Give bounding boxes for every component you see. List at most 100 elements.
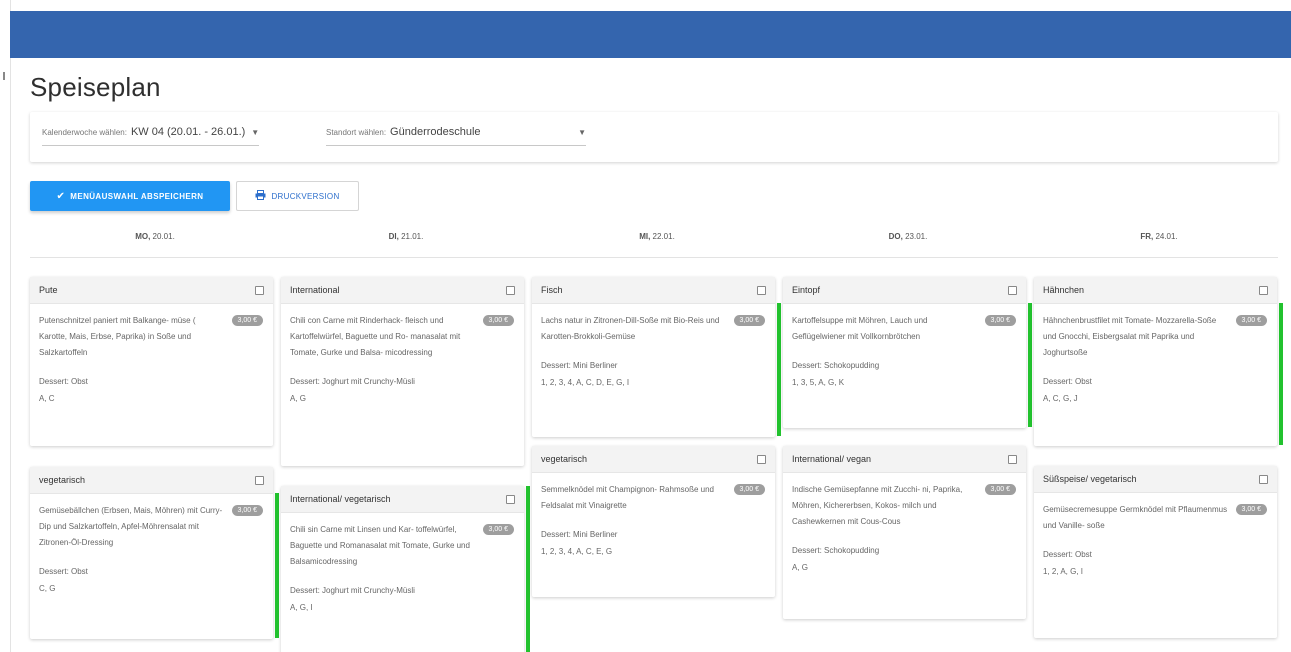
chevron-down-icon: ▼ [251,127,260,137]
meal-title: International/ vegetarisch [290,494,391,504]
meal-select-checkbox[interactable] [1008,285,1017,295]
meal-title: vegetarisch [541,454,588,464]
day-date: 21.01. [401,232,424,241]
meal-card-header: International [281,277,524,304]
meal-select-checkbox[interactable] [1259,474,1268,484]
selected-indicator [1028,303,1032,427]
chevron-down-icon: ▼ [578,127,586,137]
day-date: 24.01. [1155,232,1178,241]
price-badge: 3,00 € [733,315,765,326]
selected-indicator [275,493,279,638]
meal-title: International/ vegan [792,454,872,464]
price-badge: 3,00 € [984,484,1016,495]
meal-card-body: Hähnchenbrustfilet mit Tomate- Mozzarell… [1034,304,1277,446]
meal-card-body: Chili sin Carne mit Linsen und Kar- toff… [281,513,524,652]
meal-title: Pute [39,285,58,295]
meal-description-row: Hähnchenbrustfilet mit Tomate- Mozzarell… [1043,313,1267,361]
meal-card-body: Gemüsecremesuppe Germknödel mit Pflaumen… [1034,493,1277,638]
meal-card[interactable]: Pute Putenschnitzel paniert mit Balkange… [30,277,273,446]
day-header-friday: FR, 24.01. [1034,232,1284,241]
meal-card[interactable]: vegetarisch Gemüsebällchen (Erbsen, Mais… [30,467,279,639]
meal-select-checkbox[interactable] [255,475,264,485]
day-name: FR, [1140,232,1154,241]
meal-allergens: 1, 2, A, G, I [1043,567,1084,576]
meal-description-row: Indische Gemüsepfanne mit Zucchi- ni, Pa… [792,482,1016,530]
meal-dessert: Dessert: Mini Berliner [541,530,618,539]
meal-card[interactable]: vegetarisch Semmelknödel mit Champignon-… [532,446,775,597]
meal-card-header: vegetarisch [532,446,775,473]
meal-title: Hähnchen [1043,285,1085,295]
print-version-button[interactable]: DRUCKVERSION [236,181,359,211]
meal-description-row: Lachs natur in Zitronen-Dill-Soße mit Bi… [541,313,765,345]
meal-dessert: Dessert: Mini Berliner [541,361,618,370]
meal-card[interactable]: International/ vegan Indische Gemüsepfan… [783,446,1026,619]
meal-title: International [290,285,340,295]
meal-select-checkbox[interactable] [1008,454,1017,464]
meal-select-checkbox[interactable] [757,454,766,464]
meal-description: Lachs natur in Zitronen-Dill-Soße mit Bi… [541,316,720,341]
selected-indicator [526,486,530,652]
meal-dessert: Dessert: Schokopudding [792,361,880,370]
meal-description: Putenschnitzel paniert mit Balkange- müs… [39,316,196,357]
top-app-bar [10,11,1291,58]
meal-description: Chili sin Carne mit Linsen und Kar- toff… [290,525,470,566]
week-select[interactable]: Kalenderwoche wählen: KW 04 (20.01. - 26… [42,126,260,146]
day-date: 22.01. [652,232,675,241]
meal-card-body: Semmelknödel mit Champignon- Rahmsoße un… [532,473,775,597]
price-badge: 3,00 € [231,315,263,326]
meal-description-row: Gemüsecremesuppe Germknödel mit Pflaumen… [1043,502,1267,534]
meal-card[interactable]: Süßspeise/ vegetarisch Gemüsecremesuppe … [1034,466,1277,638]
meal-select-checkbox[interactable] [506,285,515,295]
meal-description-row: Putenschnitzel paniert mit Balkange- müs… [39,313,263,361]
selected-indicator [777,303,781,436]
meal-dessert: Dessert: Joghurt mit Crunchy-Müsli [290,586,415,595]
day-name: DI, [388,232,399,241]
meal-description: Gemüsecremesuppe Germknödel mit Pflaumen… [1043,505,1228,530]
day-header-divider [30,257,1278,258]
meal-description: Gemüsebällchen (Erbsen, Mais, Möhren) mi… [39,506,223,547]
meal-card-header: vegetarisch [30,467,273,494]
print-version-label: DRUCKVERSION [271,191,340,201]
location-select-underline [326,145,586,146]
save-selection-label: MENÜAUSWAHL ABSPEICHERN [70,191,204,201]
meal-card-body: Kartoffelsuppe mit Möhren, Lauch und Gef… [783,304,1026,428]
meal-description-row: Kartoffelsuppe mit Möhren, Lauch und Gef… [792,313,1016,345]
save-selection-button[interactable]: ✔ MENÜAUSWAHL ABSPEICHERN [30,181,230,211]
meal-allergens: 1, 2, 3, 4, A, C, D, E, G, I [541,378,630,387]
meal-title: Süßspeise/ vegetarisch [1043,474,1137,484]
meal-card[interactable]: Eintopf Kartoffelsuppe mit Möhren, Lauch… [783,277,1032,428]
meal-card-body: Chili con Carne mit Rinderhack- fleisch … [281,304,524,466]
rail-marker [3,72,5,80]
week-select-label: Kalenderwoche wählen: [42,127,127,137]
meal-card-body: Lachs natur in Zitronen-Dill-Soße mit Bi… [532,304,775,437]
meal-card-header: International/ vegan [783,446,1026,473]
meal-allergens: A, C [39,394,55,403]
day-header-wednesday: MI, 22.01. [532,232,782,241]
meal-card[interactable]: Hähnchen Hähnchenbrustfilet mit Tomate- … [1034,277,1283,446]
meal-allergens: 1, 3, 5, A, G, K [792,378,845,387]
meal-dessert: Dessert: Obst [1043,377,1092,386]
price-badge: 3,00 € [231,505,263,516]
meal-card[interactable]: Fisch Lachs natur in Zitronen-Dill-Soße … [532,277,781,437]
meal-card-header: International/ vegetarisch [281,486,524,513]
meal-select-checkbox[interactable] [506,494,515,504]
meal-select-checkbox[interactable] [1259,285,1268,295]
meal-select-checkbox[interactable] [255,285,264,295]
meal-title: vegetarisch [39,475,86,485]
meal-dessert: Dessert: Obst [1043,550,1092,559]
price-badge: 3,00 € [482,315,514,326]
meal-description-row: Semmelknödel mit Champignon- Rahmsoße un… [541,482,765,514]
meal-select-checkbox[interactable] [757,285,766,295]
meal-description: Chili con Carne mit Rinderhack- fleisch … [290,316,461,357]
price-badge: 3,00 € [1235,504,1267,515]
day-name: DO, [888,232,903,241]
meal-card[interactable]: International/ vegetarisch Chili sin Car… [281,486,530,652]
week-select-underline [42,145,260,146]
meal-card[interactable]: International Chili con Carne mit Rinder… [281,277,524,466]
meal-card-header: Fisch [532,277,775,304]
price-badge: 3,00 € [733,484,765,495]
left-rail [0,0,11,652]
meal-card-body: Gemüsebällchen (Erbsen, Mais, Möhren) mi… [30,494,273,639]
check-icon: ✔ [56,190,66,202]
location-select[interactable]: Standort wählen: Günderrodeschule ▼ [326,126,586,146]
